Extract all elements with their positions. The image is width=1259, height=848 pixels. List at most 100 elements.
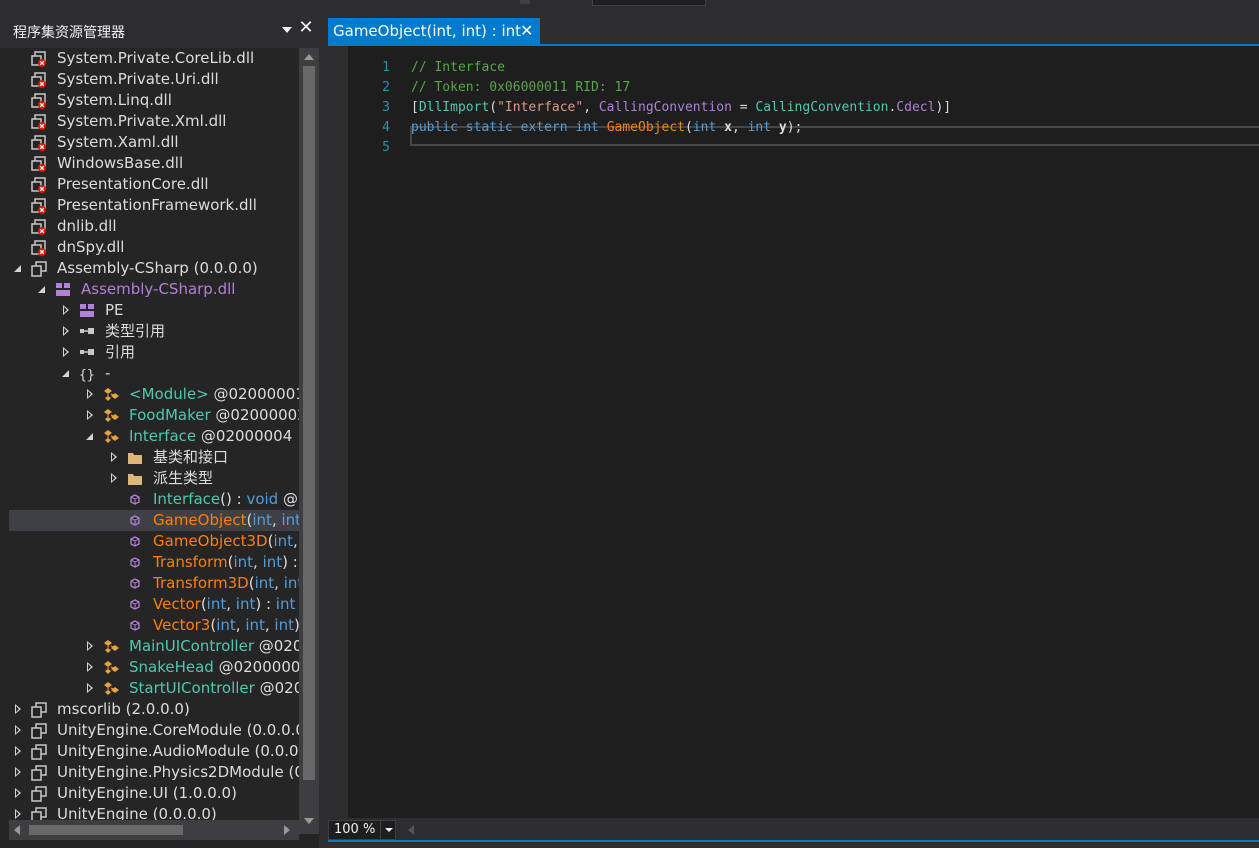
expand-arrow-icon[interactable] xyxy=(13,720,23,741)
collapse-arrow-icon[interactable] xyxy=(13,258,23,279)
collapse-arrow-icon[interactable] xyxy=(85,426,95,447)
expand-arrow-icon[interactable] xyxy=(85,405,95,426)
expand-arrow-icon[interactable] xyxy=(109,447,119,468)
expand-arrow-icon[interactable] xyxy=(85,384,95,405)
scroll-left-icon[interactable] xyxy=(408,825,414,835)
line-number: 2 xyxy=(382,80,390,95)
tree-item-name: UnityEngine.AudioModule (0.0.0.0) xyxy=(57,742,299,760)
tree-item[interactable]: PresentationCore.dll xyxy=(9,174,299,195)
tree-item[interactable]: MainUIController @02000003 xyxy=(9,636,299,657)
tree-item[interactable]: 类型引用 xyxy=(9,321,299,342)
tree-item[interactable]: PresentationFramework.dll xyxy=(9,195,299,216)
references-icon xyxy=(79,345,95,361)
tree-item[interactable]: PE xyxy=(9,300,299,321)
code-token: "Interface" xyxy=(497,100,584,115)
scroll-right-icon[interactable] xyxy=(284,825,290,835)
tree-item[interactable]: Assembly-CSharp (0.0.0.0) xyxy=(9,258,299,279)
tree-item[interactable]: UnityEngine.Physics2DModule (0.0.0.0) xyxy=(9,762,299,783)
toolbar-dropdown[interactable] xyxy=(592,0,706,6)
expand-arrow-icon[interactable] xyxy=(85,657,95,678)
signature-part: int xyxy=(245,616,265,634)
tree-item[interactable]: UnityEngine (0.0.0.0) xyxy=(9,804,299,820)
code-editor[interactable]: 1 // Interface 2 // Token: 0x06000011 RID: … xyxy=(328,46,1259,818)
tree-item[interactable]: System.Private.Xml.dll xyxy=(9,111,299,132)
class-icon xyxy=(103,660,119,676)
code-token: int xyxy=(747,120,772,135)
tree-item-name: UnityEngine.UI (1.0.0.0) xyxy=(57,784,237,802)
panel-menu-icon[interactable] xyxy=(280,22,294,38)
tree-item[interactable]: FoodMaker @02000002 xyxy=(9,405,299,426)
tree-item[interactable]: SnakeHead @02000005 xyxy=(9,657,299,678)
tree-item-token: @02000006 xyxy=(259,679,299,697)
references-icon xyxy=(79,324,95,340)
tree-item[interactable]: <Module> @02000001 xyxy=(9,384,299,405)
tree-item[interactable]: System.Private.CoreLib.dll xyxy=(9,48,299,69)
tree-item[interactable]: Interface() : void @06000013 xyxy=(9,489,299,510)
tree-item[interactable]: Transform3D(int, int, int) xyxy=(9,573,299,594)
expand-arrow-icon[interactable] xyxy=(13,741,23,762)
expand-arrow-icon[interactable] xyxy=(61,342,71,363)
code-line[interactable]: public static extern int GameObject(int … xyxy=(411,118,802,138)
tree-item[interactable]: UnityEngine.AudioModule (0.0.0.0) xyxy=(9,741,299,762)
tree-item[interactable]: GameObject3D(int, int, int) xyxy=(9,531,299,552)
tree-item-label: 基类和接口 xyxy=(153,447,228,468)
tree-item[interactable]: Interface @02000004 xyxy=(9,426,299,447)
tree-item[interactable]: 派生类型 xyxy=(9,468,299,489)
tree-item-label: Transform(int, int) : int xyxy=(153,552,299,573)
tree-item[interactable]: 引用 xyxy=(9,342,299,363)
tree-item[interactable]: dnSpy.dll xyxy=(9,237,299,258)
tree-item[interactable]: System.Xaml.dll xyxy=(9,132,299,153)
expand-arrow-icon[interactable] xyxy=(61,321,71,342)
line-number: 4 xyxy=(382,120,390,135)
expand-arrow-icon[interactable] xyxy=(109,468,119,489)
tree-item[interactable]: {} - xyxy=(9,363,299,384)
collapse-arrow-icon[interactable] xyxy=(37,279,47,300)
tab-close-icon[interactable]: ✕ xyxy=(520,18,533,44)
scroll-thumb[interactable] xyxy=(29,825,183,835)
code-line[interactable]: // Interface xyxy=(411,58,505,78)
tree-item[interactable]: WindowsBase.dll xyxy=(9,153,299,174)
collapse-arrow-icon[interactable] xyxy=(61,363,71,384)
chevron-down-icon[interactable] xyxy=(380,821,397,839)
tree-item-name: 类型引用 xyxy=(105,322,166,340)
expand-arrow-icon[interactable] xyxy=(85,678,95,699)
expand-arrow-icon[interactable] xyxy=(13,804,23,820)
tree-vertical-scrollbar[interactable] xyxy=(299,48,319,834)
tree-item[interactable]: 基类和接口 xyxy=(9,447,299,468)
scroll-up-icon[interactable] xyxy=(304,54,314,60)
tree-item[interactable]: GameObject(int, int) : int xyxy=(9,510,299,531)
tree-item[interactable]: Assembly-CSharp.dll xyxy=(9,279,299,300)
tree-item[interactable]: dnlib.dll xyxy=(9,216,299,237)
code-token: public xyxy=(411,120,458,135)
tree-item[interactable]: StartUIController @02000006 xyxy=(9,678,299,699)
panel-close-icon[interactable]: ✕ xyxy=(298,18,314,38)
scroll-down-icon[interactable] xyxy=(304,818,314,824)
scroll-thumb[interactable] xyxy=(303,66,315,780)
expand-arrow-icon[interactable] xyxy=(85,636,95,657)
expand-arrow-icon[interactable] xyxy=(13,762,23,783)
tree-item-name: 基类和接口 xyxy=(153,448,229,466)
tree-item[interactable]: mscorlib (2.0.0.0) xyxy=(9,699,299,720)
code-line[interactable]: // Token: 0x06000011 RID: 17 xyxy=(411,78,630,98)
tree-item[interactable]: Vector(int, int) : int @ xyxy=(9,594,299,615)
tree-item[interactable]: Transform(int, int) : int xyxy=(9,552,299,573)
tree-item[interactable]: UnityEngine.CoreModule (0.0.0.0) xyxy=(9,720,299,741)
tree-item-token: @02000005 xyxy=(218,658,299,676)
expand-arrow-icon[interactable] xyxy=(61,300,71,321)
tab-gameobject[interactable]: GameObject(int, int) : int ✕ xyxy=(328,18,540,44)
assembly-icon xyxy=(31,723,47,739)
tree-item-label: MainUIController @02000003 xyxy=(129,636,299,657)
expand-arrow-icon[interactable] xyxy=(13,699,23,720)
zoom-selector[interactable]: 100 % xyxy=(328,820,396,840)
code-line[interactable]: [DllImport("Interface", CallingConventio… xyxy=(411,98,951,118)
tree-item[interactable]: System.Linq.dll xyxy=(9,90,299,111)
tree-item[interactable]: Vector3(int, int, int) xyxy=(9,615,299,636)
tree-item[interactable]: UnityEngine.UI (1.0.0.0) xyxy=(9,783,299,804)
expand-arrow-icon[interactable] xyxy=(13,783,23,804)
assembly-icon xyxy=(31,702,47,718)
tree-horizontal-scrollbar[interactable] xyxy=(9,820,299,840)
assembly-tree[interactable]: System.Private.CoreLib.dll System.Private… xyxy=(9,48,299,820)
tree-item[interactable]: System.Private.Uri.dll xyxy=(9,69,299,90)
signature-part: void xyxy=(246,490,279,508)
scroll-left-icon[interactable] xyxy=(14,825,20,835)
